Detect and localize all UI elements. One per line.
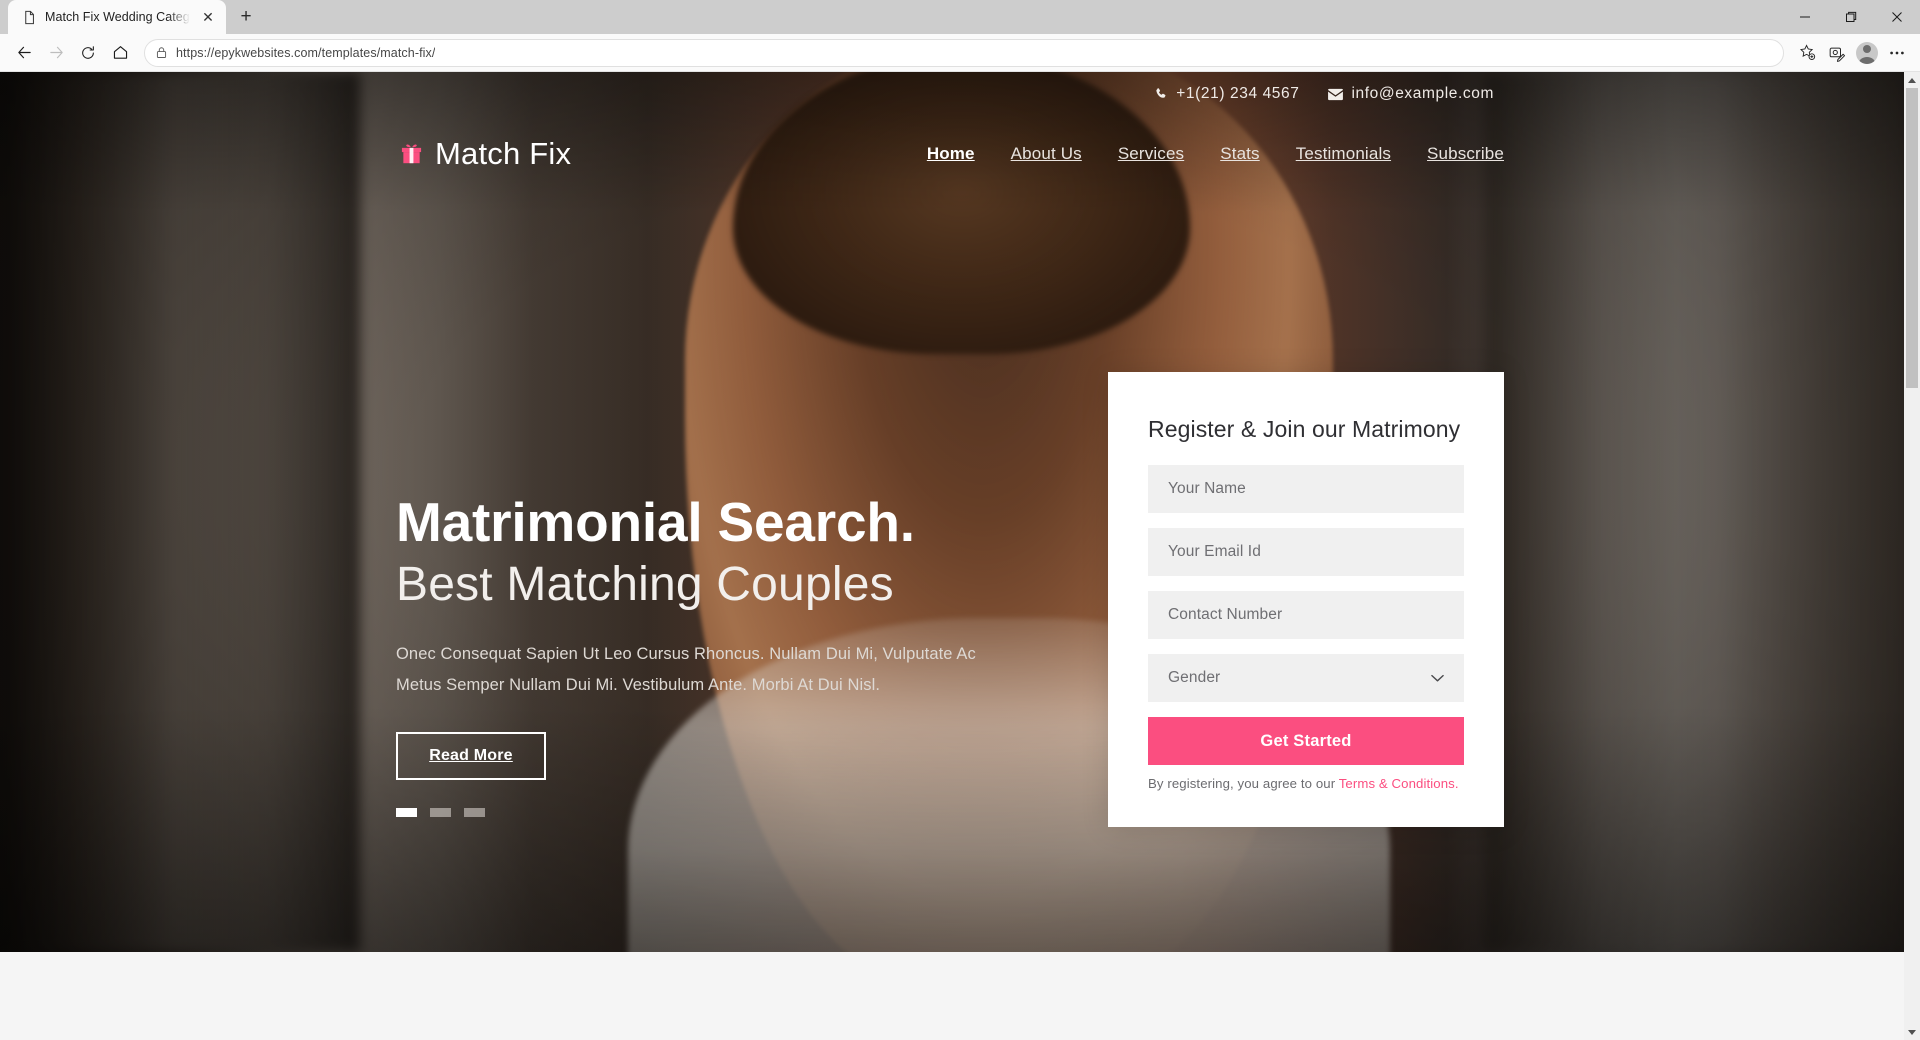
register-form-card: Register & Join our Matrimony Your Name … <box>1108 372 1504 827</box>
page-viewport: +1(21) 234 4567 info@example.com Match F… <box>0 72 1920 1040</box>
collections-icon[interactable] <box>1822 38 1852 68</box>
gift-box-icon <box>400 142 423 166</box>
new-tab-button[interactable]: + <box>232 3 260 31</box>
lock-icon <box>155 46 168 59</box>
read-more-button[interactable]: Read More <box>396 732 546 781</box>
hero-subheading: Best Matching Couples <box>396 557 894 611</box>
register-form-title: Register & Join our Matrimony <box>1148 416 1461 442</box>
email-address: info@example.com <box>1351 85 1494 102</box>
home-icon[interactable] <box>104 37 136 69</box>
phone-contact[interactable]: +1(21) 234 4567 <box>1155 85 1299 103</box>
forward-arrow-icon <box>40 37 72 69</box>
back-arrow-icon[interactable] <box>8 37 40 69</box>
window-controls <box>1782 0 1920 34</box>
restore-icon[interactable] <box>1828 0 1874 34</box>
profile-avatar-icon[interactable] <box>1852 38 1882 68</box>
scrollbar-thumb[interactable] <box>1906 88 1918 388</box>
tab-title: Match Fix Wedding Category Fla <box>45 10 190 24</box>
nav-links: Home About Us Services Stats Testimonial… <box>927 144 1504 164</box>
scroll-up-arrow-icon[interactable] <box>1904 72 1920 88</box>
brand-name: Match Fix <box>435 136 572 171</box>
page-icon <box>22 10 37 25</box>
envelope-icon <box>1327 88 1344 101</box>
site-navbar: Match Fix Home About Us Services Stats T… <box>0 124 1904 184</box>
scrollbar-track[interactable] <box>1904 88 1920 1024</box>
get-started-button[interactable]: Get Started <box>1148 717 1464 765</box>
address-bar[interactable]: https://epykwebsites.com/templates/match… <box>144 38 1784 67</box>
contact-number-input[interactable]: Contact Number <box>1148 591 1464 639</box>
top-contact-bar: +1(21) 234 4567 info@example.com <box>0 72 1904 116</box>
nav-item-about-us[interactable]: About Us <box>1011 144 1082 164</box>
nav-item-home[interactable]: Home <box>927 144 975 164</box>
page-scrollbar[interactable] <box>1904 72 1920 1040</box>
slider-dot-3[interactable] <box>464 808 485 818</box>
name-input[interactable]: Your Name <box>1148 465 1464 513</box>
terms-and-conditions-link[interactable]: Terms & Conditions. <box>1339 776 1459 791</box>
reload-icon[interactable] <box>72 37 104 69</box>
chevron-down-icon <box>1431 671 1444 686</box>
hero-paragraph: Onec Consequat Sapien Ut Leo Cursus Rhon… <box>396 645 976 694</box>
hero-section: +1(21) 234 4567 info@example.com Match F… <box>0 72 1904 952</box>
ellipsis-more-icon[interactable] <box>1882 38 1912 68</box>
tab-strip: Match Fix Wedding Category Fla ✕ + <box>0 0 1920 34</box>
terms-text: By registering, you agree to our Terms &… <box>1148 776 1464 791</box>
scroll-down-arrow-icon[interactable] <box>1904 1024 1920 1040</box>
web-page: +1(21) 234 4567 info@example.com Match F… <box>0 72 1904 1040</box>
gender-select[interactable]: Gender <box>1148 654 1464 702</box>
terms-prefix: By registering, you agree to our <box>1148 776 1339 791</box>
gender-select-value: Gender <box>1168 669 1221 686</box>
avatar <box>1856 41 1878 64</box>
nav-item-subscribe[interactable]: Subscribe <box>1427 144 1504 164</box>
browser-tab[interactable]: Match Fix Wedding Category Fla ✕ <box>8 0 226 34</box>
hero-content: Matrimonial Search. Best Matching Couple… <box>396 491 1056 818</box>
nav-item-services[interactable]: Services <box>1118 144 1184 164</box>
phone-icon <box>1155 87 1169 101</box>
browser-toolbar: https://epykwebsites.com/templates/match… <box>0 34 1920 72</box>
phone-number: +1(21) 234 4567 <box>1176 85 1300 102</box>
below-fold-area <box>0 952 1904 1040</box>
minimize-icon[interactable] <box>1782 0 1828 34</box>
slider-dots <box>396 808 1056 818</box>
address-bar-url: https://epykwebsites.com/templates/match… <box>176 45 436 60</box>
slider-dot-2[interactable] <box>430 808 451 818</box>
browser-window: Match Fix Wedding Category Fla ✕ + <box>0 0 1920 1040</box>
nav-item-testimonials[interactable]: Testimonials <box>1296 144 1391 164</box>
add-favorite-star-icon[interactable] <box>1792 38 1822 68</box>
close-icon[interactable]: ✕ <box>198 7 218 27</box>
email-input[interactable]: Your Email Id <box>1148 528 1464 576</box>
close-icon[interactable] <box>1874 0 1920 34</box>
brand-logo[interactable]: Match Fix <box>400 136 571 172</box>
slider-dot-1[interactable] <box>396 808 417 818</box>
hero-heading: Matrimonial Search. <box>396 491 915 553</box>
nav-item-stats[interactable]: Stats <box>1220 144 1260 164</box>
email-contact[interactable]: info@example.com <box>1327 85 1494 103</box>
